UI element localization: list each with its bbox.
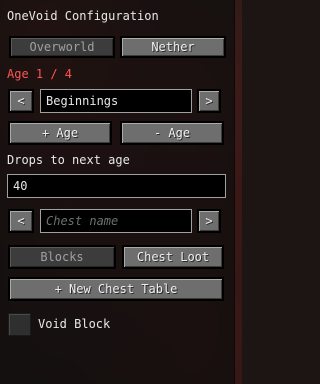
tab-overworld[interactable]: Overworld — [9, 36, 115, 58]
chevron-right-icon: > — [205, 94, 213, 108]
age-next-button[interactable]: > — [197, 89, 221, 113]
add-age-button[interactable]: + Age — [8, 121, 112, 145]
tab-blocks[interactable]: Blocks — [8, 245, 116, 269]
age-indicator: Age 1 / 4 — [7, 67, 73, 81]
chest-next-button[interactable]: > — [197, 209, 221, 233]
new-chest-table-button[interactable]: + New Chest Table — [8, 277, 224, 301]
void-block-label: Void Block — [38, 317, 111, 331]
chevron-left-icon: < — [17, 214, 25, 228]
chevron-left-icon: < — [17, 94, 25, 108]
drops-input[interactable] — [13, 179, 225, 193]
chevron-right-icon: > — [205, 214, 213, 228]
window-title: OneVoid Configuration — [7, 9, 159, 23]
chest-prev-button[interactable]: < — [8, 209, 34, 233]
age-prev-button[interactable]: < — [8, 89, 34, 113]
void-block-checkbox[interactable] — [8, 313, 31, 336]
remove-age-button[interactable]: - Age — [120, 121, 224, 145]
tab-chest-loot[interactable]: Chest Loot — [122, 245, 224, 269]
age-name-field[interactable] — [40, 89, 192, 113]
drops-label: Drops to next age — [7, 153, 130, 167]
chest-name-input[interactable] — [46, 214, 191, 228]
tab-nether[interactable]: Nether — [120, 36, 226, 58]
age-name-input[interactable] — [46, 94, 191, 108]
chest-name-field[interactable] — [40, 209, 192, 233]
drops-field[interactable] — [7, 174, 226, 198]
